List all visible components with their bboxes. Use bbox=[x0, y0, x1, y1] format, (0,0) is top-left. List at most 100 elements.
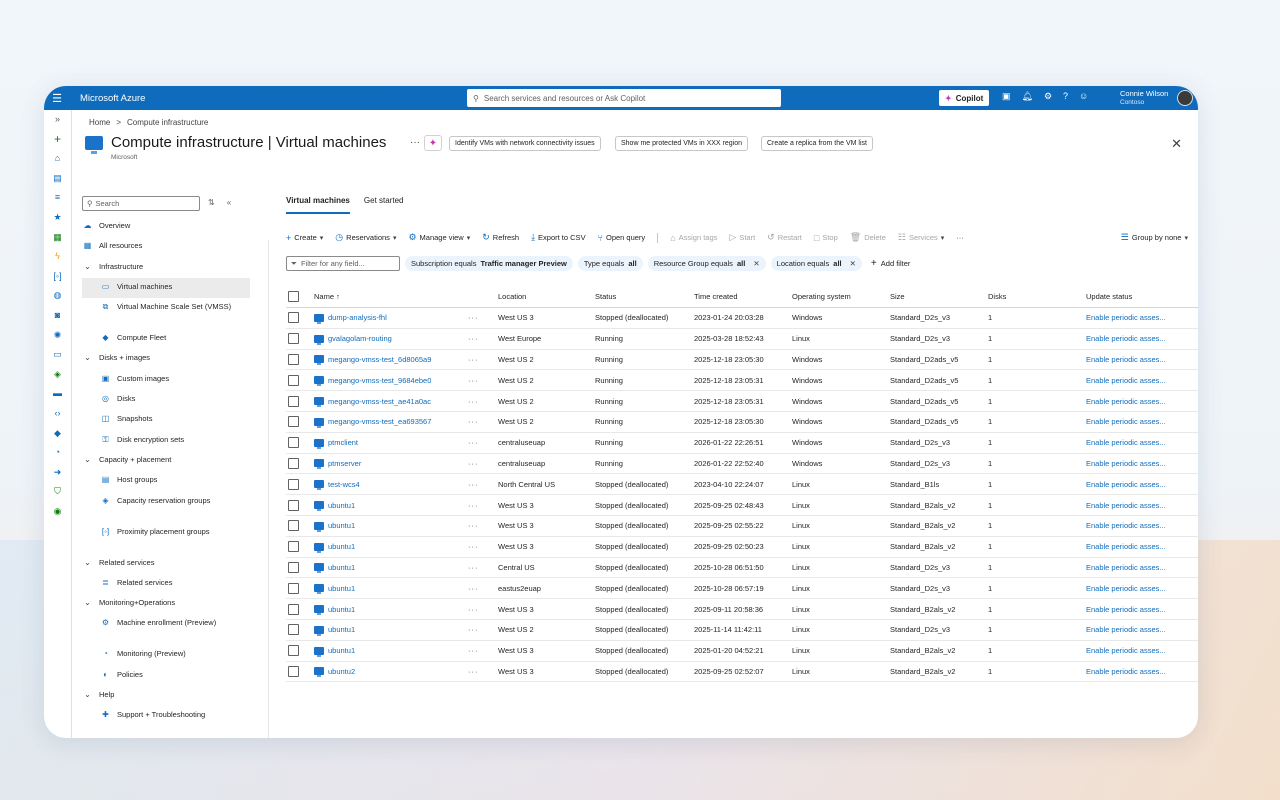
nav-item[interactable]: ▭ Virtual machines bbox=[82, 277, 250, 299]
row-checkbox[interactable] bbox=[288, 395, 299, 407]
help-icon[interactable]: ? bbox=[1063, 91, 1068, 102]
table-row[interactable]: dump-analysis-fhl ··· West US 3 Stopped (de… bbox=[286, 308, 1198, 329]
tab-virtual-machines[interactable]: Virtual machines bbox=[286, 196, 350, 214]
update-status-link[interactable]: Enable periodic asses... bbox=[1086, 355, 1198, 364]
vm-name-link[interactable]: ubuntu1 bbox=[328, 521, 355, 530]
filter-input[interactable]: ⏷ Filter for any field... bbox=[286, 256, 400, 271]
table-row[interactable]: megango-vmss-test_ea693567 ··· West US 2 Ru… bbox=[286, 412, 1198, 433]
table-row[interactable]: megango-vmss-test_9684ebe0 ··· West US 2 Ru… bbox=[286, 370, 1198, 392]
breadcrumb-home[interactable]: Home bbox=[89, 118, 110, 127]
row-checkbox[interactable] bbox=[288, 312, 299, 324]
vm-name-link[interactable]: megango-vmss-test_ea693567 bbox=[328, 417, 431, 426]
vm-name-link[interactable]: ptmclient bbox=[328, 438, 358, 447]
col-size[interactable]: Size bbox=[890, 292, 988, 301]
row-checkbox[interactable] bbox=[288, 353, 299, 365]
vm-name-link[interactable]: ubuntu1 bbox=[328, 605, 355, 614]
row-more-icon[interactable]: ··· bbox=[468, 521, 498, 530]
row-checkbox[interactable] bbox=[288, 541, 299, 553]
row-checkbox[interactable] bbox=[288, 645, 299, 657]
globe-icon[interactable]: ◍ bbox=[52, 290, 63, 301]
table-row[interactable]: ptmclient ··· centraluseuap Running 2026-01-… bbox=[286, 433, 1198, 454]
suggestion-network-issues[interactable]: Identify VMs with network connectivity i… bbox=[449, 136, 601, 151]
vm-name-link[interactable]: ubuntu1 bbox=[328, 501, 355, 510]
favorites-icon[interactable]: ★ bbox=[52, 212, 63, 223]
table-row[interactable]: ubuntu1 ··· West US 3 Stopped (deallocated)… bbox=[286, 537, 1198, 558]
add-filter-button[interactable]: + Add filter bbox=[867, 256, 914, 271]
delete-button[interactable]: 🗑︎ Delete bbox=[850, 232, 886, 243]
row-more-icon[interactable]: ··· bbox=[468, 438, 498, 447]
col-time-created[interactable]: Time created bbox=[694, 292, 792, 301]
nav-item[interactable]: ◈ Capacity reservation groups bbox=[82, 492, 242, 523]
table-row[interactable]: gvalagolam-routing ··· West Europe Running 2… bbox=[286, 329, 1198, 350]
cost-icon[interactable]: ◉ bbox=[52, 506, 63, 517]
row-checkbox[interactable] bbox=[288, 499, 299, 511]
table-row[interactable]: ubuntu1 ··· eastus2euap Stopped (deallocate… bbox=[286, 578, 1198, 600]
col-disks[interactable]: Disks bbox=[988, 292, 1086, 301]
row-more-icon[interactable]: ··· bbox=[468, 459, 498, 468]
nav-item[interactable]: ⧉ Virtual Machine Scale Set (VMSS) bbox=[82, 298, 242, 329]
row-more-icon[interactable]: ··· bbox=[468, 646, 498, 655]
row-checkbox[interactable] bbox=[288, 374, 299, 386]
brand-label[interactable]: Microsoft Azure bbox=[80, 93, 145, 104]
vm-name-link[interactable]: ubuntu1 bbox=[328, 542, 355, 551]
table-row[interactable]: megango-vmss-test_6d8065a9 ··· West US 2 Ru… bbox=[286, 350, 1198, 371]
row-more-icon[interactable]: ··· bbox=[468, 501, 498, 510]
vm-name-link[interactable]: ubuntu1 bbox=[328, 625, 355, 634]
filter-pill[interactable]: Location equals all ✕ bbox=[770, 256, 862, 271]
function-app-icon[interactable]: ϟ bbox=[52, 251, 63, 262]
table-row[interactable]: megango-vmss-test_ae41a0ac ··· West US 2 Ru… bbox=[286, 391, 1198, 412]
copilot-button[interactable]: ✦ Copilot bbox=[939, 90, 990, 106]
update-status-link[interactable]: Enable periodic asses... bbox=[1086, 667, 1198, 676]
home-icon[interactable]: ⌂ bbox=[52, 153, 63, 164]
nav-item[interactable]: ▦ All resources bbox=[82, 237, 242, 257]
update-status-link[interactable]: Enable periodic asses... bbox=[1086, 521, 1198, 530]
table-row[interactable]: ubuntu2 ··· West US 3 Stopped (deallocated)… bbox=[286, 662, 1198, 683]
monitor-icon[interactable]: ◔ bbox=[52, 447, 63, 458]
update-status-link[interactable]: Enable periodic asses... bbox=[1086, 397, 1198, 406]
update-status-link[interactable]: Enable periodic asses... bbox=[1086, 313, 1198, 322]
nav-item[interactable]: ◎ Disks bbox=[82, 390, 242, 410]
col-operating-system[interactable]: Operating system bbox=[792, 292, 890, 301]
group-by-dropdown[interactable]: ☰ Group by none ▾ bbox=[1121, 232, 1188, 243]
update-status-link[interactable]: Enable periodic asses... bbox=[1086, 563, 1198, 572]
update-status-link[interactable]: Enable periodic asses... bbox=[1086, 334, 1198, 343]
update-status-link[interactable]: Enable periodic asses... bbox=[1086, 605, 1198, 614]
row-more-icon[interactable]: ··· bbox=[468, 397, 498, 406]
breadcrumb-compute[interactable]: Compute infrastructure bbox=[127, 118, 208, 127]
cloud-shell-icon[interactable]: ▣ bbox=[1002, 91, 1011, 102]
vm-name-link[interactable]: megango-vmss-test_9684ebe0 bbox=[328, 376, 431, 385]
update-status-link[interactable]: Enable periodic asses... bbox=[1086, 542, 1198, 551]
all-resources-icon[interactable]: ▦ bbox=[52, 232, 63, 243]
row-checkbox[interactable] bbox=[288, 416, 299, 428]
vm-name-link[interactable]: ubuntu2 bbox=[328, 667, 355, 676]
row-more-icon[interactable]: ··· bbox=[468, 625, 498, 634]
sql-icon[interactable]: ◙ bbox=[52, 310, 63, 321]
stop-button[interactable]: □ Stop bbox=[814, 233, 838, 243]
table-row[interactable]: ubuntu1 ··· West US 3 Stopped (deallocated)… bbox=[286, 495, 1198, 516]
network-icon[interactable]: ‹› bbox=[52, 408, 63, 419]
row-more-icon[interactable]: ··· bbox=[468, 667, 498, 676]
table-row[interactable]: ubuntu1 ··· Central US Stopped (deallocated… bbox=[286, 558, 1198, 579]
col-name[interactable]: Name ↑ bbox=[314, 292, 468, 301]
sort-icon[interactable]: ⇅ bbox=[208, 198, 215, 207]
remove-filter-icon[interactable]: ✕ bbox=[850, 259, 856, 268]
services-button[interactable]: ☷ Services ▾ bbox=[898, 232, 944, 243]
load-balancer-icon[interactable]: ◈ bbox=[52, 369, 63, 380]
suggestion-protected-vms[interactable]: Show me protected VMs in XXX region bbox=[615, 136, 749, 151]
restart-button[interactable]: ↺ Restart bbox=[767, 232, 802, 243]
nav-item[interactable]: ▣ Custom images bbox=[82, 370, 242, 390]
nav-item[interactable]: ✚ Support + Troubleshooting bbox=[82, 706, 242, 726]
row-more-icon[interactable]: ··· bbox=[468, 584, 498, 593]
update-status-link[interactable]: Enable periodic asses... bbox=[1086, 459, 1198, 468]
collapse-icon[interactable]: « bbox=[227, 198, 231, 207]
hamburger-menu-icon[interactable]: ☰ bbox=[44, 92, 70, 105]
row-more-icon[interactable]: ··· bbox=[468, 313, 498, 322]
col-location[interactable]: Location bbox=[498, 292, 595, 301]
notifications-icon[interactable]: 🔔︎ bbox=[1022, 91, 1033, 102]
nav-section[interactable]: ⌄ Help bbox=[82, 686, 242, 706]
more-options-icon[interactable]: ··· bbox=[410, 137, 420, 148]
resource-group-icon[interactable]: [◦] bbox=[52, 271, 63, 282]
virtual-machine-icon[interactable]: ▭ bbox=[52, 349, 63, 360]
nav-section[interactable]: ⌄ Monitoring+Operations bbox=[82, 594, 242, 614]
filter-pill[interactable]: Resource Group equals all ✕ bbox=[647, 256, 766, 271]
